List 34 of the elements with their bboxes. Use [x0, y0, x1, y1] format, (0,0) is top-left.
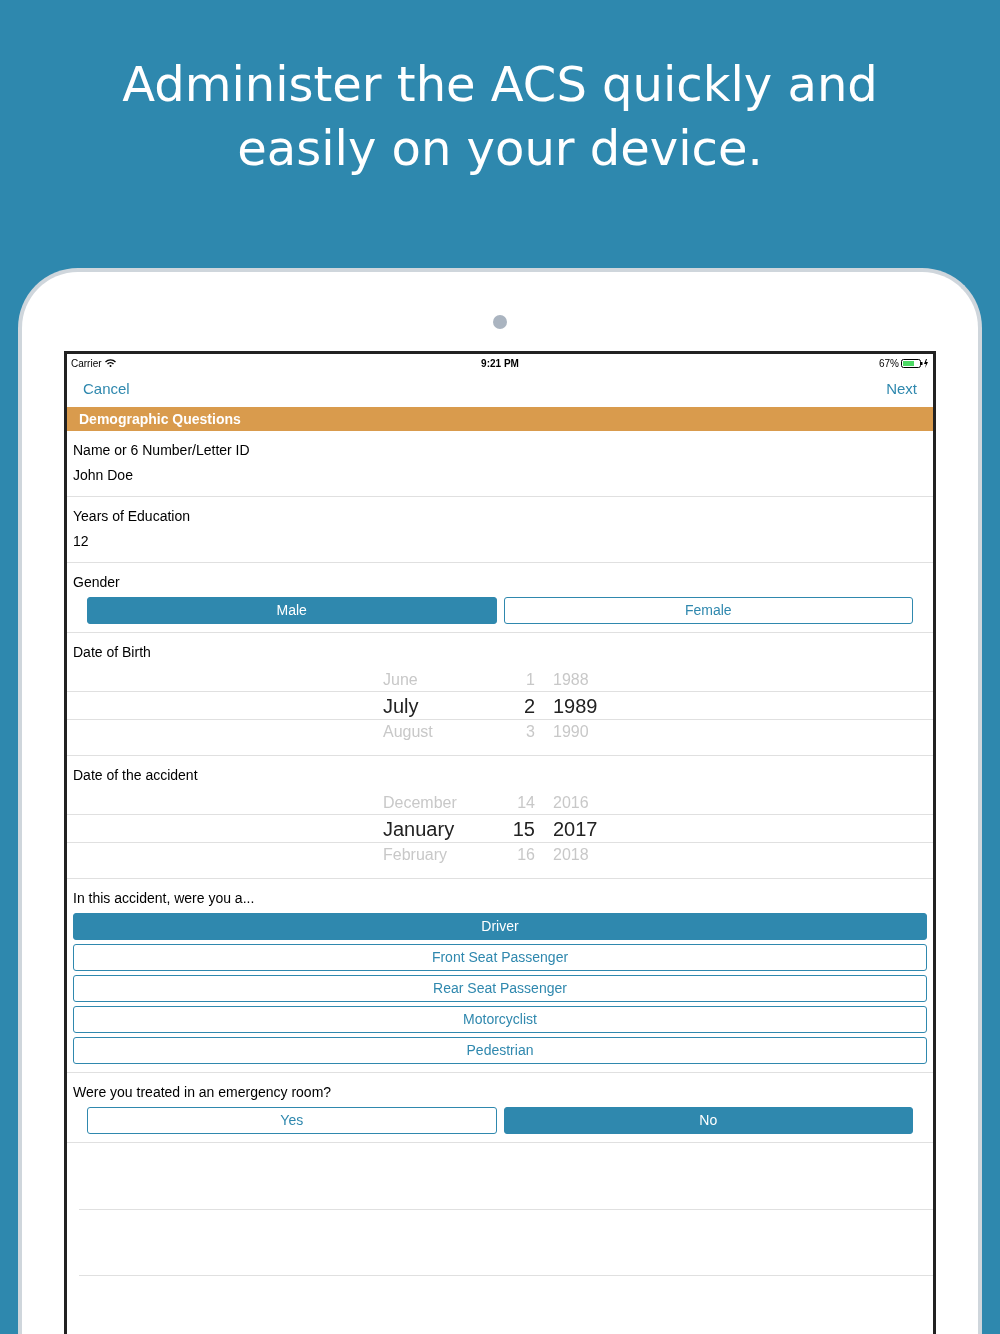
option-button[interactable]: Yes [87, 1107, 497, 1134]
option-button[interactable]: Driver [73, 913, 927, 940]
picker-month[interactable]: July [383, 690, 493, 721]
option-button[interactable]: Front Seat Passenger [73, 944, 927, 971]
option-button[interactable]: Rear Seat Passenger [73, 975, 927, 1002]
question-label: Date of Birth [72, 643, 152, 662]
cancel-link[interactable]: Cancel [83, 378, 130, 401]
wifi-icon [104, 359, 116, 367]
question-label: Date of the accident [72, 766, 199, 785]
option-button[interactable]: Pedestrian [73, 1037, 927, 1064]
battery-percent: 67% [879, 356, 899, 371]
camera-icon [493, 315, 507, 329]
option-button[interactable]: No [503, 1107, 913, 1134]
next-link[interactable]: Next [886, 378, 917, 401]
picker-day[interactable]: 15 [493, 813, 535, 844]
question-label: Years of Education [72, 507, 191, 526]
picker-year[interactable]: 2017 [553, 813, 598, 844]
field-value[interactable]: 12 [67, 527, 933, 562]
field-value[interactable]: John Doe [67, 461, 933, 496]
headline: Administer the ACS quickly and easily on your device. [121, 55, 879, 178]
section-header: Demographic Questions [67, 407, 933, 431]
option-button[interactable]: Female [503, 597, 913, 624]
option-button[interactable]: Motorcyclist [73, 1006, 927, 1033]
picker-day[interactable]: 2 [493, 690, 535, 721]
picker-month[interactable]: January [383, 813, 493, 844]
carrier-label: Carrier [71, 356, 102, 371]
question-label: In this accident, were you a... [72, 889, 256, 908]
question-label: Gender [72, 573, 121, 592]
option-button[interactable]: Male [87, 597, 497, 624]
clock: 9:21 PM [481, 357, 519, 369]
picker-year[interactable]: 1989 [553, 690, 598, 721]
question-label: Were you treated in an emergency room? [72, 1083, 333, 1102]
question-label: Name or 6 Number/Letter ID [72, 441, 251, 460]
battery-icon [901, 358, 929, 368]
